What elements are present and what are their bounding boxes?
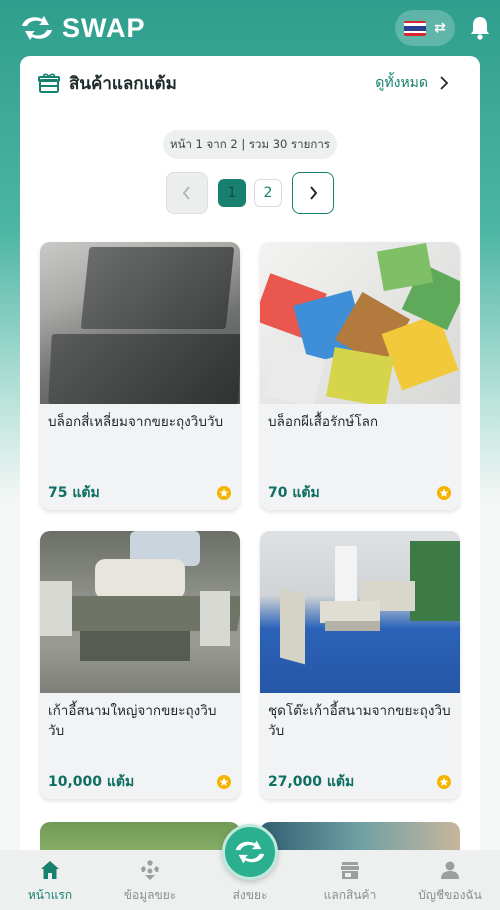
thai-flag-icon <box>404 20 427 36</box>
switch-arrows-icon: ⇄ <box>434 20 446 36</box>
product-points: 75 แต้ม <box>48 485 100 501</box>
product-image-table-chair-set <box>260 531 460 693</box>
previous-page-button[interactable] <box>166 172 208 214</box>
product-name: บล็อกผีเสื้อรักษ์โลก <box>268 414 379 430</box>
gift-icon <box>38 73 60 93</box>
see-all-label: ดูทั้งหมด <box>375 75 428 91</box>
product-image-concrete-blocks <box>40 242 240 404</box>
swap-logo[interactable]: SWAP <box>18 13 146 44</box>
nav-account-label: บัญชีของฉัน <box>418 888 482 902</box>
nav-home-label: หน้าแรก <box>27 888 73 902</box>
nav-redeem-label: แลกสินค้า <box>323 888 377 902</box>
brand-name: SWAP <box>62 12 146 43</box>
product-points: 10,000 แต้ม <box>48 774 135 790</box>
product-points: 70 แต้ม <box>268 485 320 501</box>
star-coin-icon <box>437 486 451 500</box>
star-coin-icon <box>437 775 451 789</box>
home-icon <box>41 861 59 879</box>
page-1-button[interactable]: 1 <box>218 179 246 207</box>
chevron-right-icon <box>310 186 318 200</box>
next-page-button[interactable] <box>292 172 334 214</box>
nav-waste-info-label: ข้อมูลขยะ <box>123 888 177 902</box>
chevron-left-icon <box>182 186 190 200</box>
star-coin-icon <box>217 486 231 500</box>
product-card[interactable]: บล็อกสี่เหลี่ยมจากขยะถุงวิบวับ 75 แต้ม <box>40 242 240 510</box>
product-name: เก้าอี้สนามใหญ่จากขยะถุงวิบวับ <box>48 703 217 739</box>
product-image-garden-bench <box>40 531 240 693</box>
store-icon <box>341 862 359 879</box>
product-points: 27,000 แต้ม <box>268 774 355 790</box>
recycle-icon <box>141 860 159 880</box>
nav-redeem[interactable]: แลกสินค้า <box>300 850 400 910</box>
nav-send-waste-label: ส่งขยะ <box>232 888 268 902</box>
swap-arrows-icon <box>235 840 265 864</box>
product-card[interactable]: เก้าอี้สนามใหญ่จากขยะถุงวิบวับ 10,000 แต… <box>40 531 240 799</box>
pagination-info: หน้า 1 จาก 2 | รวม 30 รายการ <box>163 130 337 159</box>
section-header: สินค้าแลกแต้ม ดูทั้งหมด <box>38 70 462 96</box>
swap-logo-icon <box>22 16 52 40</box>
nav-account[interactable]: บัญชีของฉัน <box>400 850 500 910</box>
nav-home[interactable]: หน้าแรก <box>0 850 100 910</box>
see-all-link[interactable]: ดูทั้งหมด <box>375 72 450 94</box>
product-name: ชุดโต๊ะเก้าอี้สนามจากขยะถุงวิบวับ <box>268 703 451 739</box>
bell-icon[interactable] <box>468 15 492 41</box>
page-2-button[interactable]: 2 <box>254 179 282 207</box>
product-image-butterfly-blocks <box>260 242 460 404</box>
product-card[interactable]: ชุดโต๊ะเก้าอี้สนามจากขยะถุงวิบวับ 27,000… <box>260 531 460 799</box>
star-coin-icon <box>217 775 231 789</box>
person-icon <box>441 861 459 879</box>
top-bar: SWAP ⇄ <box>0 0 500 56</box>
product-card[interactable]: บล็อกผีเสื้อรักษ์โลก 70 แต้ม <box>260 242 460 510</box>
chevron-right-icon <box>440 76 449 90</box>
product-name: บล็อกสี่เหลี่ยมจากขยะถุงวิบวับ <box>48 414 224 430</box>
send-waste-fab[interactable] <box>222 824 278 880</box>
language-switcher[interactable]: ⇄ <box>395 10 455 46</box>
section-title: สินค้าแลกแต้ม <box>69 73 177 94</box>
nav-waste-info[interactable]: ข้อมูลขยะ <box>100 850 200 910</box>
